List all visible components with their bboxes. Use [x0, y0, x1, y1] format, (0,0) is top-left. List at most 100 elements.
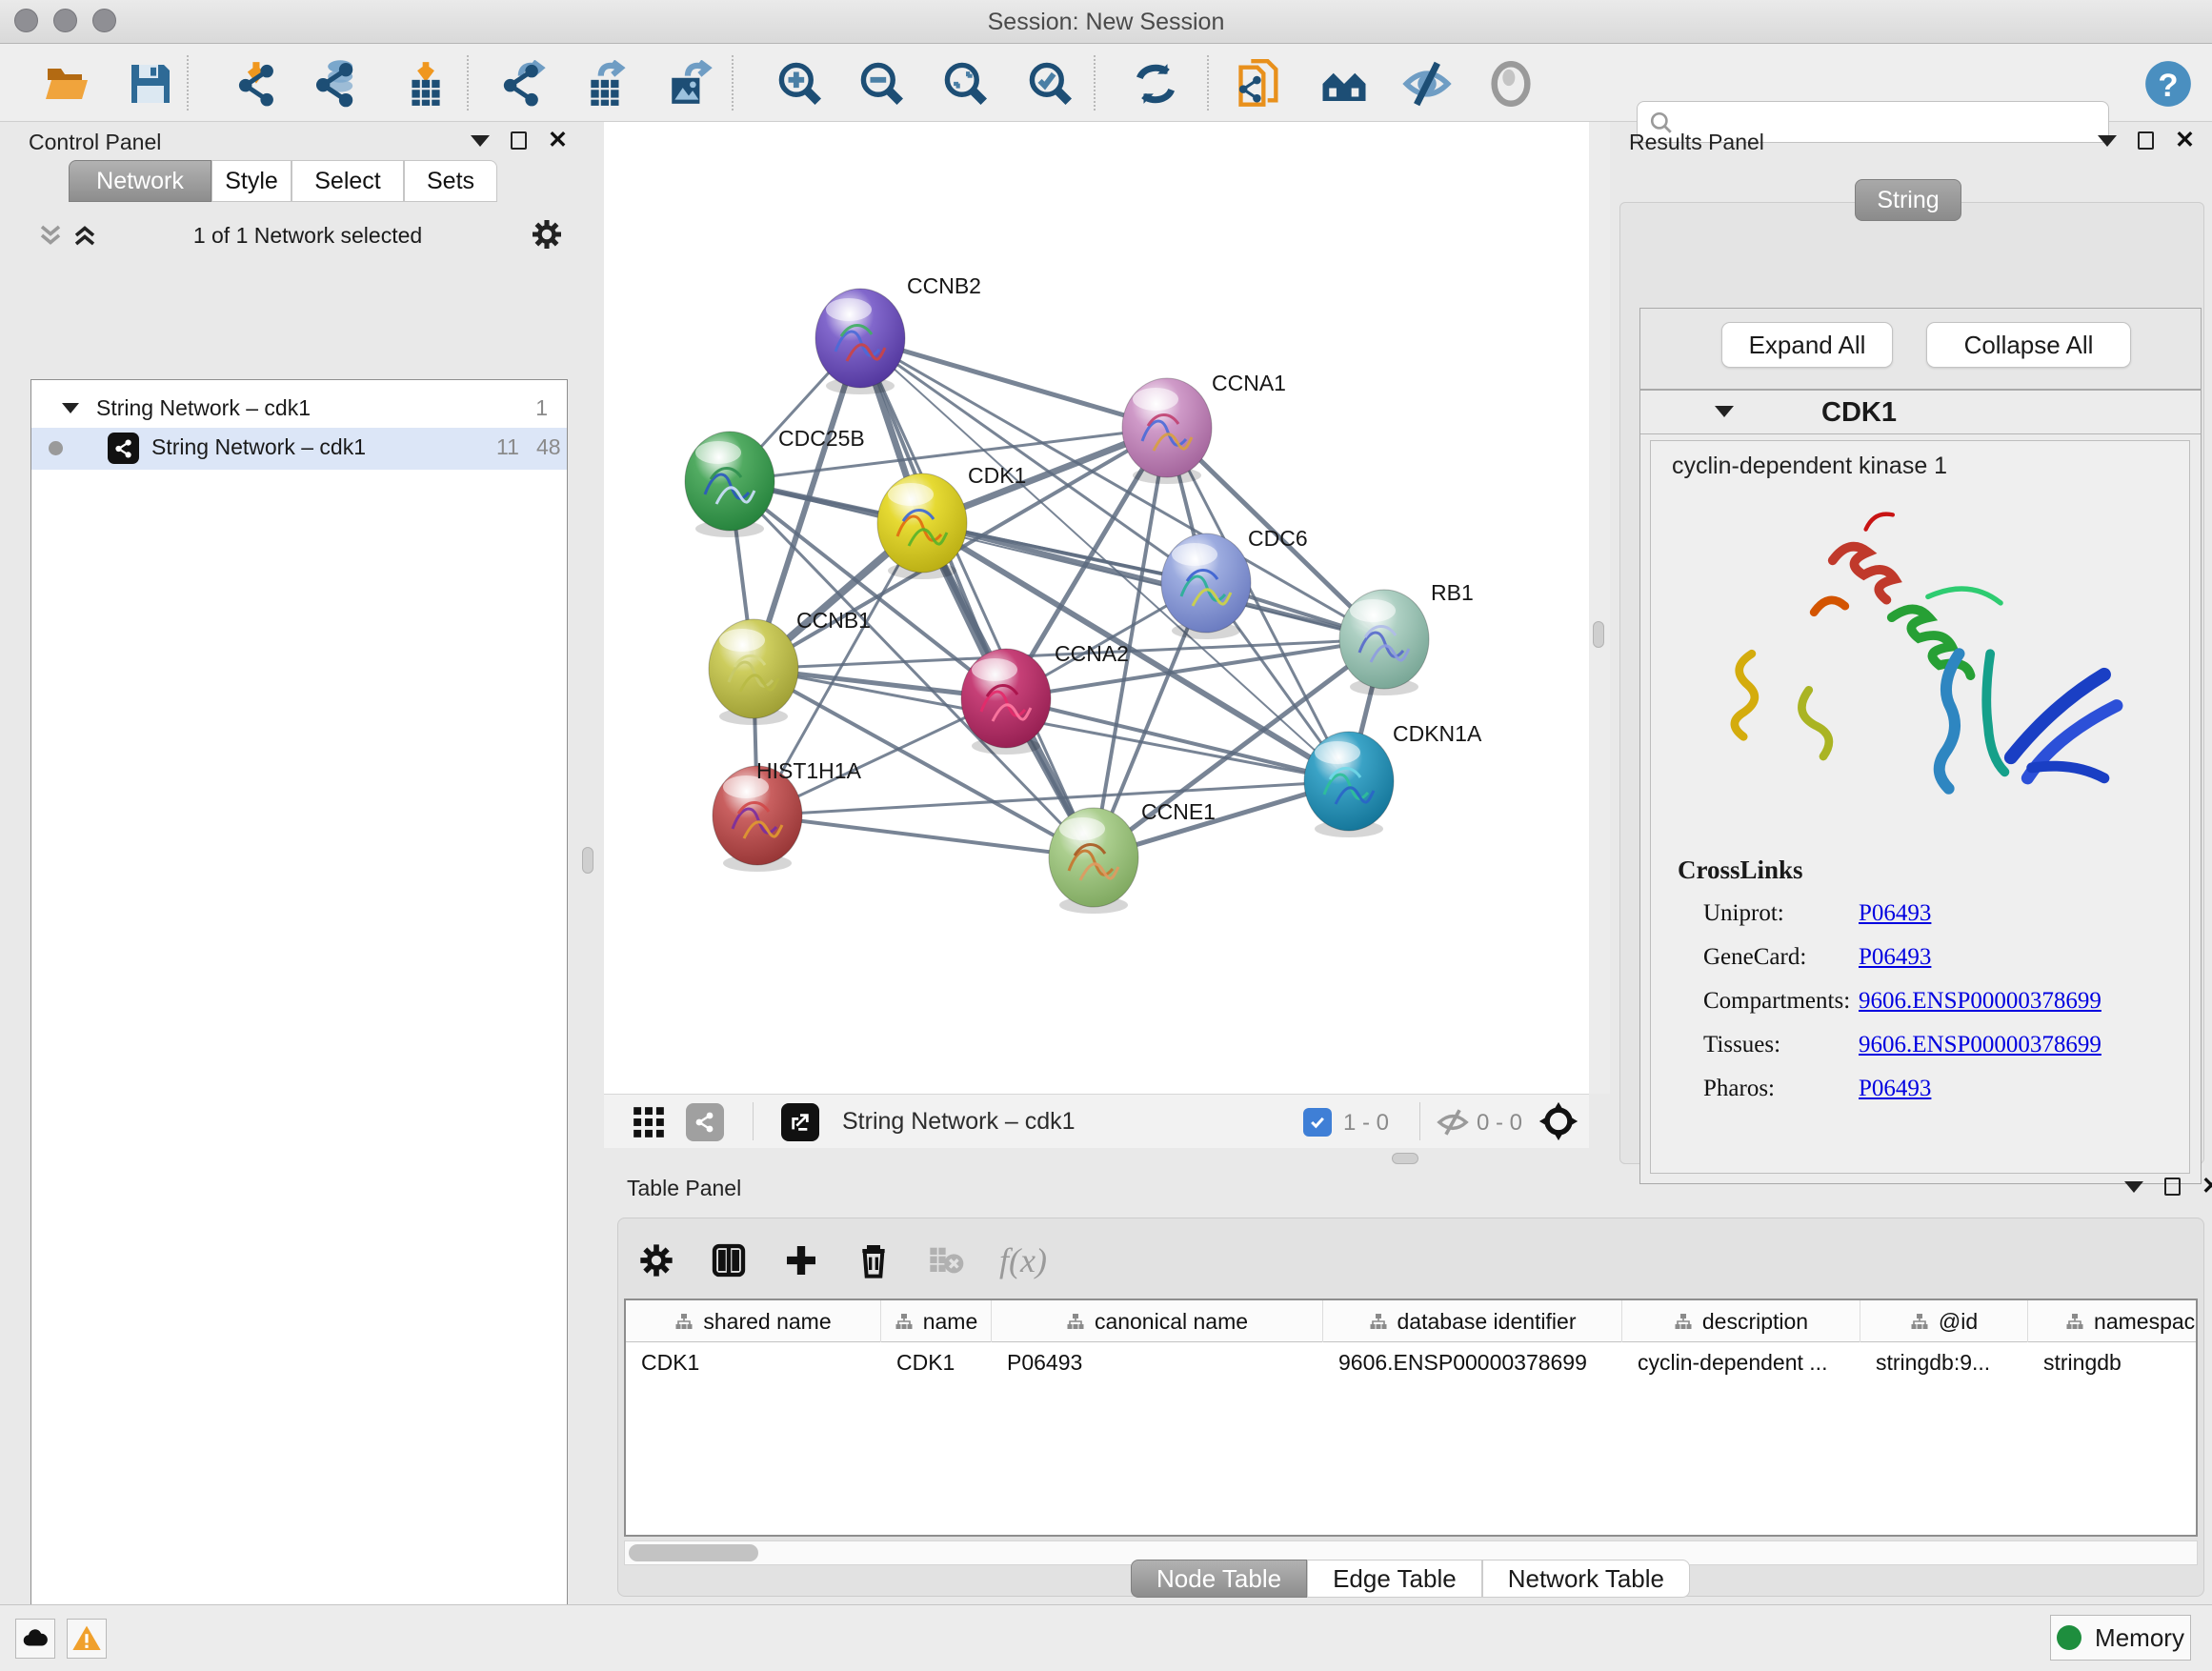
table-cell[interactable]: CDK1: [881, 1342, 992, 1382]
crosslink-compartments-link[interactable]: 9606.ENSP00000378699: [1859, 988, 2101, 1015]
node-CCNB1[interactable]: [709, 619, 798, 718]
collapse-all-button[interactable]: Collapse All: [1926, 322, 2131, 368]
tab-select[interactable]: Select: [292, 160, 404, 202]
node-CCNA2[interactable]: [961, 649, 1051, 748]
network-row-label: String Network – cdk1: [151, 434, 366, 460]
table-panel-close-icon[interactable]: ✕: [2202, 1178, 2212, 1196]
table-cell[interactable]: cyclin-dependent ...: [1622, 1342, 1860, 1382]
table-hscrollbar-thumb[interactable]: [629, 1544, 758, 1561]
edge-CDK1-RB1[interactable]: [922, 523, 1384, 639]
open-session-button[interactable]: [40, 57, 93, 111]
control-panel-collapse-icon[interactable]: [471, 135, 490, 147]
column-header-name[interactable]: name: [881, 1300, 992, 1342]
selected-checkbox-icon[interactable]: [1303, 1108, 1332, 1137]
node-CDKN1A[interactable]: [1304, 732, 1394, 831]
node-RB1[interactable]: [1339, 590, 1429, 689]
first-neighbors-button[interactable]: [1317, 57, 1371, 111]
table-panel-float-icon[interactable]: [2164, 1178, 2181, 1196]
tab-network[interactable]: Network: [69, 160, 211, 202]
show-columns-icon[interactable]: [710, 1241, 748, 1279]
tab-string[interactable]: String: [1855, 179, 1961, 221]
column-header-namespace[interactable]: namespace: [2028, 1300, 2198, 1342]
edge-HIST1H1A-CCNE1[interactable]: [757, 815, 1094, 857]
crosslink-tissues-link[interactable]: 9606.ENSP00000378699: [1859, 1032, 2101, 1058]
control-panel-close-icon[interactable]: ✕: [548, 131, 568, 150]
horizontal-splitter-handle[interactable]: [1392, 1153, 1418, 1164]
apply-layout-button[interactable]: [1129, 57, 1182, 111]
birds-eye-toggle-icon[interactable]: [1538, 1100, 1579, 1142]
show-all-button[interactable]: [1484, 57, 1538, 111]
export-network-button[interactable]: [498, 57, 552, 111]
create-column-plus-icon[interactable]: [782, 1241, 820, 1279]
collapse-collection-icon[interactable]: [62, 403, 79, 413]
cloud-status-button[interactable]: [15, 1619, 55, 1659]
node-CCNA1[interactable]: [1122, 378, 1212, 477]
results-panel-close-icon[interactable]: ✕: [2175, 131, 2195, 150]
column-header-shared-name[interactable]: shared name: [626, 1300, 881, 1342]
node-CCNB2[interactable]: [815, 289, 905, 388]
gene-collapse-icon[interactable]: [1715, 406, 1734, 417]
network-options-gear-icon[interactable]: [530, 217, 564, 252]
crosslink-uniprot-link[interactable]: P06493: [1859, 900, 1931, 927]
hidden-items-icon[interactable]: [1437, 1106, 1469, 1138]
export-image-button[interactable]: [663, 57, 716, 111]
edge-CCNB2-CCNE1[interactable]: [860, 338, 1094, 857]
node-CCNE1[interactable]: [1049, 808, 1138, 907]
export-table-button[interactable]: [580, 57, 633, 111]
new-network-from-selection-button[interactable]: [1233, 57, 1286, 111]
results-panel-collapse-icon[interactable]: [2098, 135, 2117, 147]
column-header--id[interactable]: @id: [1860, 1300, 2028, 1342]
network-collection-row[interactable]: String Network – cdk1 1: [31, 392, 567, 430]
column-header-description[interactable]: description: [1622, 1300, 1860, 1342]
table-cell[interactable]: P06493: [992, 1342, 1323, 1382]
grid-view-icon[interactable]: [631, 1104, 667, 1140]
save-session-button[interactable]: [124, 57, 177, 111]
right-splitter-handle[interactable]: [1593, 621, 1604, 648]
network-row-selected[interactable]: String Network – cdk1 11 48: [31, 428, 567, 470]
hide-selection-button[interactable]: [1400, 57, 1454, 111]
table-toolbar: f(x): [637, 1230, 1047, 1291]
table-panel-collapse-icon[interactable]: [2124, 1181, 2143, 1193]
zoom-fit-button[interactable]: [939, 57, 993, 111]
table-cell[interactable]: CDK1: [626, 1342, 881, 1382]
table-cell[interactable]: 9606.ENSP00000378699: [1323, 1342, 1622, 1382]
warnings-button[interactable]: [67, 1619, 107, 1659]
zoom-out-button[interactable]: [855, 57, 909, 111]
table-cell[interactable]: stringdb:9...: [1860, 1342, 2028, 1382]
network-graph[interactable]: CCNB2CCNA1CDC25BCDK1CDC6RB1CCNB1CCNA2CDK…: [604, 122, 1589, 1094]
zoom-selected-button[interactable]: [1024, 57, 1077, 111]
tab-node-table[interactable]: Node Table: [1131, 1560, 1307, 1598]
results-panel-float-icon[interactable]: [2138, 131, 2154, 150]
node-CDC25B[interactable]: [685, 432, 774, 531]
network-view-share-icon[interactable]: [686, 1103, 724, 1141]
import-network-from-database-button[interactable]: [312, 57, 365, 111]
tab-network-table[interactable]: Network Table: [1482, 1560, 1690, 1598]
import-table-from-file-button[interactable]: [399, 57, 452, 111]
expand-all-button[interactable]: Expand All: [1721, 322, 1893, 368]
network-canvas[interactable]: CCNB2CCNA1CDC25BCDK1CDC6RB1CCNB1CCNA2CDK…: [604, 122, 1589, 1094]
zoom-in-button[interactable]: [774, 57, 827, 111]
crosslink-genecard-link[interactable]: P06493: [1859, 944, 1931, 971]
collapse-all-networks-icon[interactable]: [36, 221, 65, 250]
tab-edge-table[interactable]: Edge Table: [1307, 1560, 1482, 1598]
tab-sets[interactable]: Sets: [404, 160, 497, 202]
column-header-database-identifier[interactable]: database identifier: [1323, 1300, 1622, 1342]
edge-CCNB2-CCNA1[interactable]: [860, 338, 1167, 428]
expand-all-networks-icon[interactable]: [70, 221, 99, 250]
crosslink-pharos-link[interactable]: P06493: [1859, 1076, 1931, 1102]
node-CDK1[interactable]: [877, 473, 967, 573]
memory-button[interactable]: Memory: [2050, 1615, 2191, 1661]
import-network-from-file-button[interactable]: [231, 57, 285, 111]
tab-style[interactable]: Style: [211, 160, 292, 202]
column-header-canonical-name[interactable]: canonical name: [992, 1300, 1323, 1342]
title-bar: Session: New Session: [0, 0, 2212, 44]
gene-entry-header[interactable]: CDK1: [1640, 391, 2201, 434]
table-cell[interactable]: stringdb: [2028, 1342, 2198, 1382]
node-CDC6[interactable]: [1161, 534, 1251, 633]
delete-column-trash-icon[interactable]: [855, 1241, 893, 1279]
left-splitter-handle[interactable]: [582, 847, 593, 874]
help-button[interactable]: ?: [2142, 57, 2195, 111]
control-panel-float-icon[interactable]: [511, 131, 527, 150]
detach-view-icon[interactable]: [781, 1103, 819, 1141]
table-options-gear-icon[interactable]: [637, 1241, 675, 1279]
